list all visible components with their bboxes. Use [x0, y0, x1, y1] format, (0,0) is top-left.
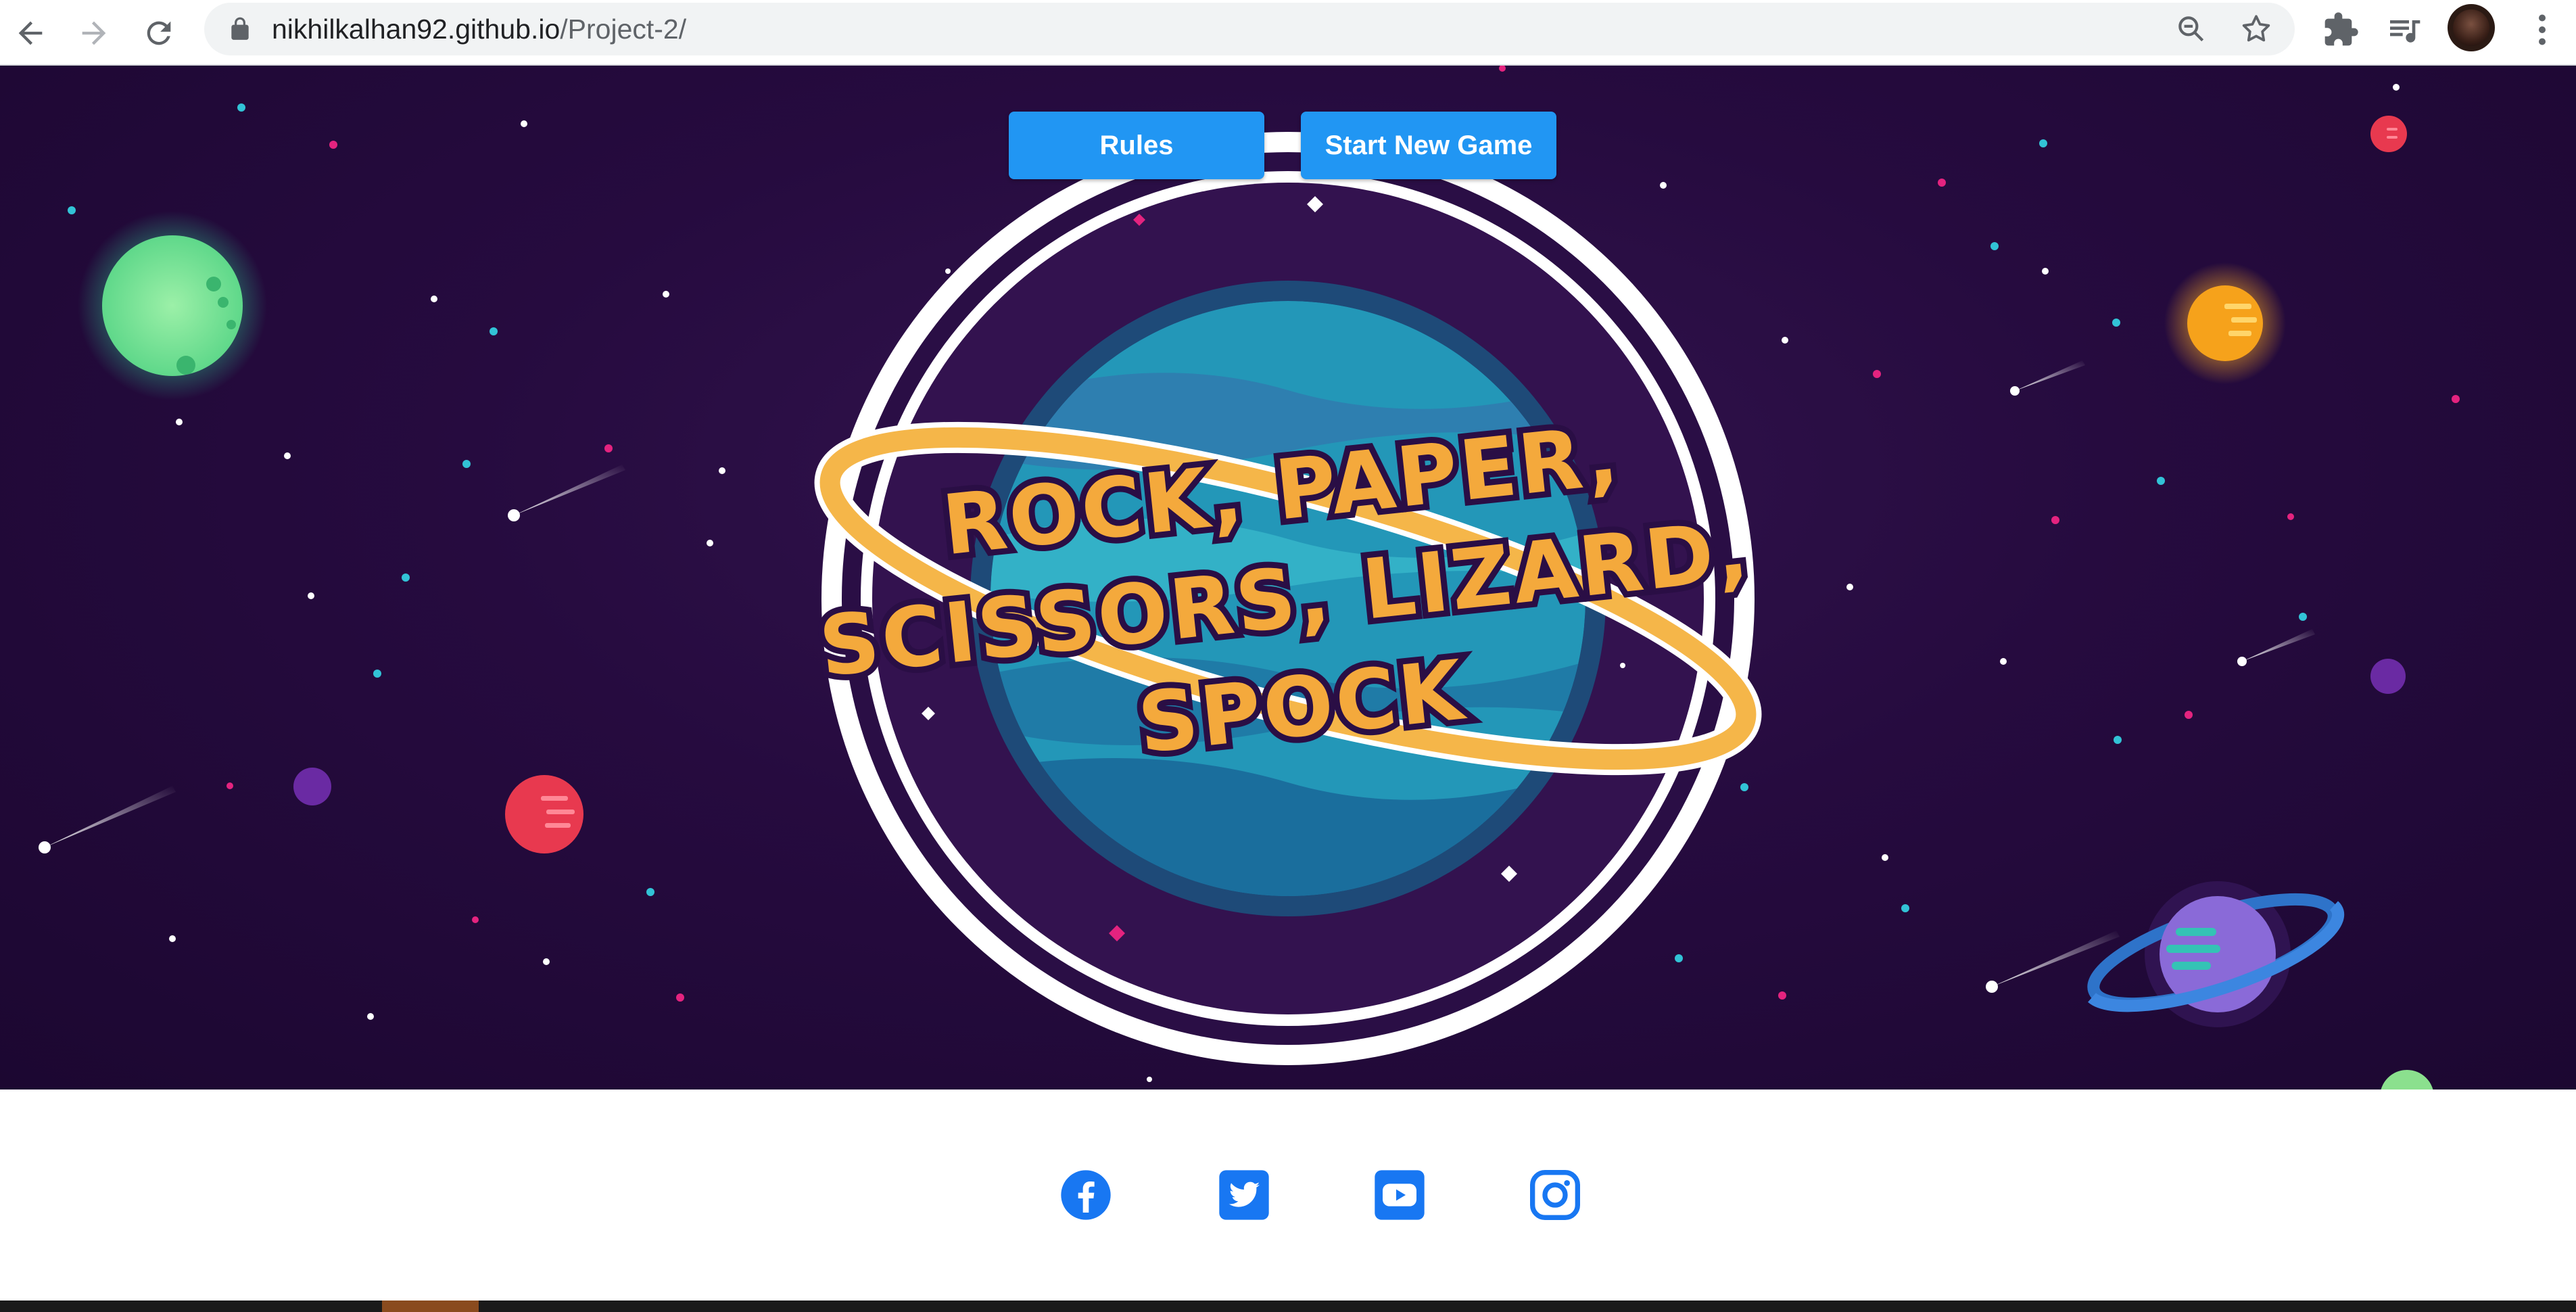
youtube-icon [1375, 1170, 1425, 1220]
reload-icon [147, 21, 171, 45]
avatar[interactable] [2448, 4, 2495, 51]
purple-moon-right [2370, 659, 2406, 694]
orange-planet [2164, 262, 2286, 384]
space-background: ROCK, PAPER, SCISSORS, LIZARD, SPOCK [39, 66, 2460, 1090]
facebook-link[interactable] [1059, 1168, 1113, 1222]
forward-icon [82, 21, 106, 45]
facebook-icon [1061, 1170, 1111, 1220]
address-bar[interactable]: nikhilkalhan92.github.io/Project-2/ [204, 3, 2295, 55]
start-new-game-button[interactable]: Start New Game [1301, 112, 1556, 179]
url-text: nikhilkalhan92.github.io/Project-2/ [272, 3, 686, 55]
space-hero: ROCK, PAPER, SCISSORS, LIZARD, SPOCK Rul… [0, 66, 2576, 1090]
taskbar-strip [0, 1301, 2576, 1312]
purple-moon-left [293, 768, 331, 805]
star-icon[interactable] [2239, 12, 2273, 46]
rules-button[interactable]: Rules [1009, 112, 1264, 179]
extensions-icon[interactable] [2322, 11, 2360, 49]
youtube-link[interactable] [1373, 1168, 1427, 1222]
footer [0, 1090, 2576, 1301]
twitter-link[interactable] [1217, 1168, 1271, 1222]
green-planet [78, 211, 267, 400]
ringed-planet [2087, 881, 2345, 1027]
url-path: /Project-2/ [560, 14, 687, 45]
instagram-icon [1530, 1170, 1580, 1220]
twitter-icon [1219, 1170, 1269, 1220]
browser-toolbar: nikhilkalhan92.github.io/Project-2/ [0, 0, 2576, 66]
forward-button[interactable] [70, 9, 118, 57]
url-host: nikhilkalhan92.github.io [272, 14, 560, 45]
menu-icon[interactable] [2529, 9, 2556, 50]
reload-button[interactable] [135, 9, 183, 57]
lock-icon[interactable] [227, 16, 253, 42]
media-icon[interactable] [2385, 11, 2423, 49]
pink-planet [2370, 116, 2407, 152]
back-button[interactable] [7, 9, 54, 57]
avatar-image [2453, 9, 2489, 46]
back-icon [18, 21, 43, 45]
instagram-link[interactable] [1528, 1168, 1582, 1222]
taskbar-item[interactable] [382, 1301, 479, 1312]
zoom-icon[interactable] [2174, 12, 2208, 46]
red-planet [505, 775, 583, 853]
green-moon-bottom [2381, 1070, 2433, 1090]
